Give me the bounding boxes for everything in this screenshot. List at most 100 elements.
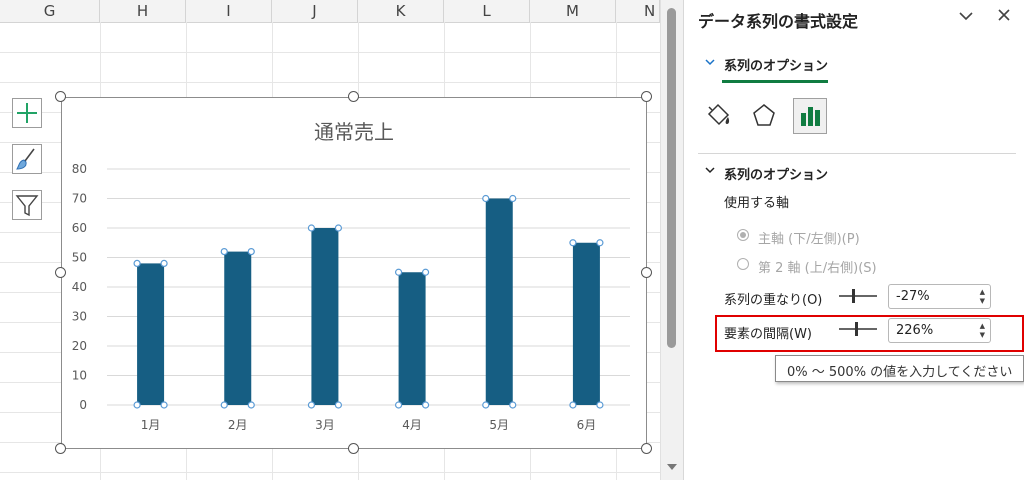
selection-point: [421, 268, 430, 276]
resize-handle[interactable]: [55, 267, 66, 278]
y-tick-label: 40: [72, 280, 87, 294]
selection-point: [394, 268, 403, 276]
column-header-i[interactable]: I: [186, 0, 272, 22]
y-tick-label: 10: [72, 369, 87, 383]
resize-handle[interactable]: [348, 443, 359, 454]
overlap-slider[interactable]: [839, 289, 877, 303]
brush-icon: [16, 148, 35, 170]
chart-filters-button[interactable]: [12, 190, 42, 220]
selection-point: [160, 259, 168, 267]
overlap-label: 系列の重なり(O): [724, 293, 823, 308]
overlap-value[interactable]: -27%: [896, 289, 930, 304]
scroll-down-icon[interactable]: [667, 464, 677, 470]
bar-2[interactable]: [224, 251, 252, 405]
axis-label: 使用する軸: [724, 196, 790, 211]
filter-icon: [15, 195, 39, 217]
selection-point: [596, 239, 604, 247]
close-icon[interactable]: [996, 7, 1012, 28]
resize-handle[interactable]: [641, 443, 652, 454]
resize-handle[interactable]: [641, 91, 652, 102]
y-tick-label: 60: [72, 221, 87, 235]
bar-5[interactable]: [485, 198, 513, 406]
chart-elements-button[interactable]: [12, 98, 42, 128]
resize-handle[interactable]: [348, 91, 359, 102]
selection-point: [334, 224, 343, 232]
chevron-down-icon[interactable]: [704, 164, 716, 179]
selection-point: [569, 239, 577, 247]
selection-point: [596, 401, 604, 409]
tab-underline: [722, 80, 828, 83]
resize-handle[interactable]: [641, 267, 652, 278]
grid-line: [0, 52, 660, 53]
effects-tab[interactable]: [747, 98, 781, 134]
y-tick-label: 70: [72, 192, 87, 206]
fill-line-tab[interactable]: [701, 98, 735, 134]
selection-point: [160, 401, 168, 409]
selection-point: [133, 259, 141, 267]
x-tick-label: 3月: [315, 418, 335, 432]
series-options-tab[interactable]: [793, 98, 827, 134]
selection-point: [482, 194, 490, 203]
x-tick-label: 4月: [402, 418, 422, 432]
chevron-down-icon[interactable]: [958, 8, 974, 28]
chevron-down-icon[interactable]: [704, 56, 716, 71]
bar-chart[interactable]: 通常売上 0 10 20 30 40 50 60 70 80 1月 2月 3月 4月 5月 6月: [61, 97, 647, 449]
tab-series-options[interactable]: 系列のオプション: [724, 55, 828, 74]
selection-point: [247, 401, 255, 409]
selection-point: [334, 401, 343, 409]
primary-axis-radio[interactable]: [737, 229, 749, 241]
grid-line: [0, 82, 660, 83]
column-header-n[interactable]: N: [616, 0, 660, 22]
fill-line-icon: [707, 103, 730, 126]
divider: [698, 153, 1016, 154]
column-header-g[interactable]: G: [0, 0, 100, 22]
secondary-axis-radio[interactable]: [737, 258, 749, 270]
selection-point: [509, 194, 517, 203]
selection-point: [247, 248, 255, 256]
column-header-l[interactable]: L: [444, 0, 530, 22]
column-header-m[interactable]: M: [530, 0, 616, 22]
bar-4[interactable]: [398, 272, 426, 405]
vertical-scrollbar[interactable]: [660, 0, 683, 480]
secondary-axis-label: 第 2 軸 (上/右側)(S): [758, 261, 877, 276]
bar-3[interactable]: [311, 228, 339, 405]
bar-6[interactable]: [572, 242, 600, 405]
chart-plot-area[interactable]: 0 10 20 30 40 50 60 70 80 1月 2月 3月 4月 5月 6月: [62, 98, 648, 450]
selection-point: [133, 401, 141, 409]
x-tick-label: 5月: [489, 418, 509, 432]
y-tick-label: 20: [72, 339, 87, 353]
resize-handle[interactable]: [55, 91, 66, 102]
plus-icon: [17, 103, 37, 123]
scrollbar-thumb[interactable]: [667, 8, 676, 348]
tooltip: 0% ～ 500% の値を入力してください: [775, 355, 1024, 382]
overlap-spinner[interactable]: -27% ▲ ▼: [888, 284, 991, 309]
selection-point: [307, 401, 316, 409]
chart-styles-button[interactable]: [12, 144, 42, 174]
selection-point: [394, 401, 403, 409]
x-tick-label: 6月: [577, 418, 597, 432]
column-header-h[interactable]: H: [100, 0, 186, 22]
y-tick-label: 80: [72, 162, 87, 176]
y-tick-label: 0: [79, 398, 87, 412]
selection-point: [307, 224, 316, 232]
overlap-slider-thumb[interactable]: [851, 289, 855, 303]
selection-point: [509, 401, 517, 409]
selection-point: [421, 401, 430, 409]
effects-pentagon-icon: [753, 104, 775, 126]
resize-handle[interactable]: [55, 443, 66, 454]
spin-up-icon[interactable]: ▲: [980, 289, 985, 296]
format-data-series-pane: データ系列の書式設定 系列のオプション 系列のオプション 使用する軸 主軸 (下…: [683, 0, 1024, 480]
selection-point: [482, 401, 490, 409]
y-tick-label: 30: [72, 310, 87, 324]
selection-point: [220, 401, 228, 409]
spin-down-icon[interactable]: ▼: [980, 298, 985, 305]
section-series-options[interactable]: 系列のオプション: [724, 164, 828, 183]
column-header-k[interactable]: K: [358, 0, 444, 22]
bar-1[interactable]: [137, 263, 165, 405]
y-tick-label: 50: [72, 251, 87, 265]
worksheet[interactable]: G H I J K L M N 通常売上 0 10 20 30 40 50 60…: [0, 0, 660, 480]
grid-line: [0, 472, 660, 473]
selection-point: [569, 401, 577, 409]
x-tick-label: 1月: [141, 418, 161, 432]
column-header-j[interactable]: J: [272, 0, 358, 22]
